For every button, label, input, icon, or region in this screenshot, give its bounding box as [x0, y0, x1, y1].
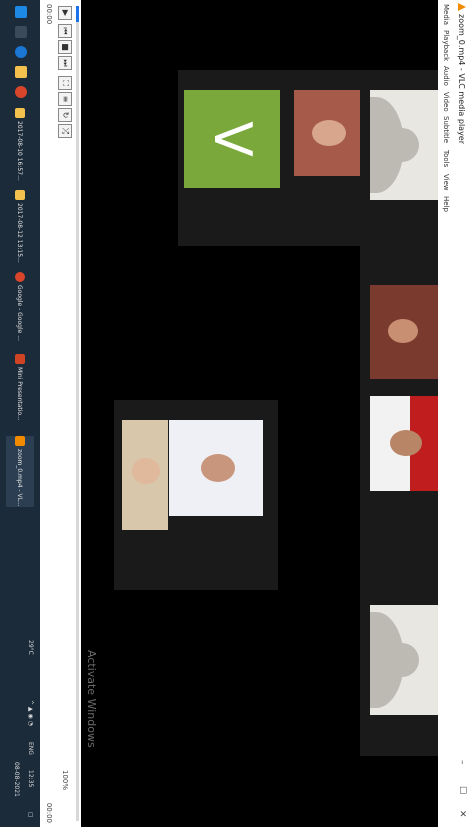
participant-tile-video[interactable] — [169, 420, 263, 516]
stop-button[interactable]: ■ — [58, 40, 72, 54]
start-icon[interactable] — [15, 6, 27, 18]
activate-windows-watermark: Activate Windows — [85, 650, 98, 748]
playlist-button[interactable]: ≡ — [58, 92, 72, 106]
menu-video[interactable]: Video — [442, 92, 450, 112]
player-controls: ▶ ⏮ ■ ⏭ ⛶ ≡ ↻ ⤮ 00:00 00:00 100% — [40, 0, 81, 827]
chrome-icon — [15, 272, 25, 282]
menu-audio[interactable]: Audio — [442, 66, 450, 86]
clock-date[interactable]: 08-08-2021 — [13, 762, 20, 797]
menu-media[interactable]: Media — [442, 4, 450, 25]
seek-bar[interactable] — [76, 6, 79, 821]
participant-tile-video[interactable] — [370, 285, 438, 379]
vlc-icon — [458, 3, 466, 11]
loop-button[interactable]: ↻ — [58, 108, 72, 122]
menu-bar: Media Playback Audio Video Subtitle Tool… — [437, 0, 452, 827]
participant-face — [388, 319, 418, 343]
tray-icons[interactable]: ^ ▲ ◉ ◔ — [27, 700, 34, 726]
participant-face — [390, 430, 422, 456]
menu-playback[interactable]: Playback — [442, 30, 450, 61]
clock-time[interactable]: 12:35 — [27, 770, 34, 787]
avatar-shoulders — [370, 612, 404, 708]
seek-bar-fill — [76, 6, 79, 23]
fullscreen-button[interactable]: ⛶ — [58, 76, 72, 90]
title-bar: zoom_0.mp4 - VLC media player – ☐ ✕ — [452, 0, 470, 827]
participant-face — [132, 458, 160, 484]
shuffle-button[interactable]: ⤮ — [58, 124, 72, 138]
close-button[interactable]: ✕ — [457, 810, 467, 818]
video-area[interactable]: V Activate Windows — [81, 0, 438, 827]
prev-button[interactable]: ⏮ — [58, 24, 72, 38]
time-total: 00:00 — [45, 802, 53, 823]
taskbar-item[interactable]: Mini Presentatio... — [6, 354, 34, 421]
folder-icon — [15, 108, 25, 118]
folder-icon — [15, 190, 25, 200]
window-title: zoom_0.mp4 - VLC media player — [457, 14, 466, 145]
participant-tile-avatar[interactable] — [370, 90, 438, 200]
weather-status[interactable]: 29°C — [27, 640, 34, 655]
next-button[interactable]: ⏭ — [58, 56, 72, 70]
taskbar-item[interactable]: Google - Google ... — [6, 272, 34, 341]
maximize-button[interactable]: ☐ — [457, 786, 467, 794]
taskbar-item[interactable]: 2017-08-10 16:57... — [6, 108, 34, 181]
play-button[interactable]: ▶ — [58, 6, 72, 20]
vlc-icon — [15, 436, 25, 446]
time-elapsed: 00:00 — [45, 4, 53, 25]
file-explorer-icon[interactable] — [15, 66, 27, 78]
minimize-button[interactable]: – — [457, 760, 467, 765]
menu-help[interactable]: Help — [442, 196, 450, 212]
language-indicator[interactable]: ENG — [27, 742, 34, 755]
menu-tools[interactable]: Tools — [442, 150, 450, 167]
participant-face — [312, 120, 346, 146]
task-view-icon[interactable] — [15, 26, 27, 38]
edge-icon[interactable] — [15, 46, 27, 58]
participant-face — [201, 454, 235, 482]
taskbar-item-active[interactable]: zoom_0.mp4 - VL... — [6, 436, 34, 507]
menu-subtitle[interactable]: Subtitle — [442, 116, 450, 143]
windows-taskbar: 2017-08-10 16:57... 2017-08-12 13:15... … — [0, 0, 40, 827]
participant-tile-video[interactable] — [294, 90, 360, 176]
volume-level[interactable]: 100% — [61, 770, 69, 790]
desktop-screen: zoom_0.mp4 - VLC media player – ☐ ✕ Medi… — [0, 0, 470, 827]
participant-tile-video[interactable] — [122, 420, 168, 530]
presentation-icon — [15, 354, 25, 364]
chrome-icon[interactable] — [15, 86, 27, 98]
menu-view[interactable]: View — [442, 174, 450, 191]
notification-icon[interactable]: ▢ — [27, 812, 34, 818]
participant-tile-avatar[interactable] — [370, 605, 438, 715]
taskbar-item[interactable]: 2017-08-12 13:15... — [6, 190, 34, 263]
participant-tile-initial[interactable]: V — [184, 90, 280, 188]
avatar-shoulders — [370, 97, 404, 193]
participant-tile-video[interactable] — [370, 396, 438, 491]
